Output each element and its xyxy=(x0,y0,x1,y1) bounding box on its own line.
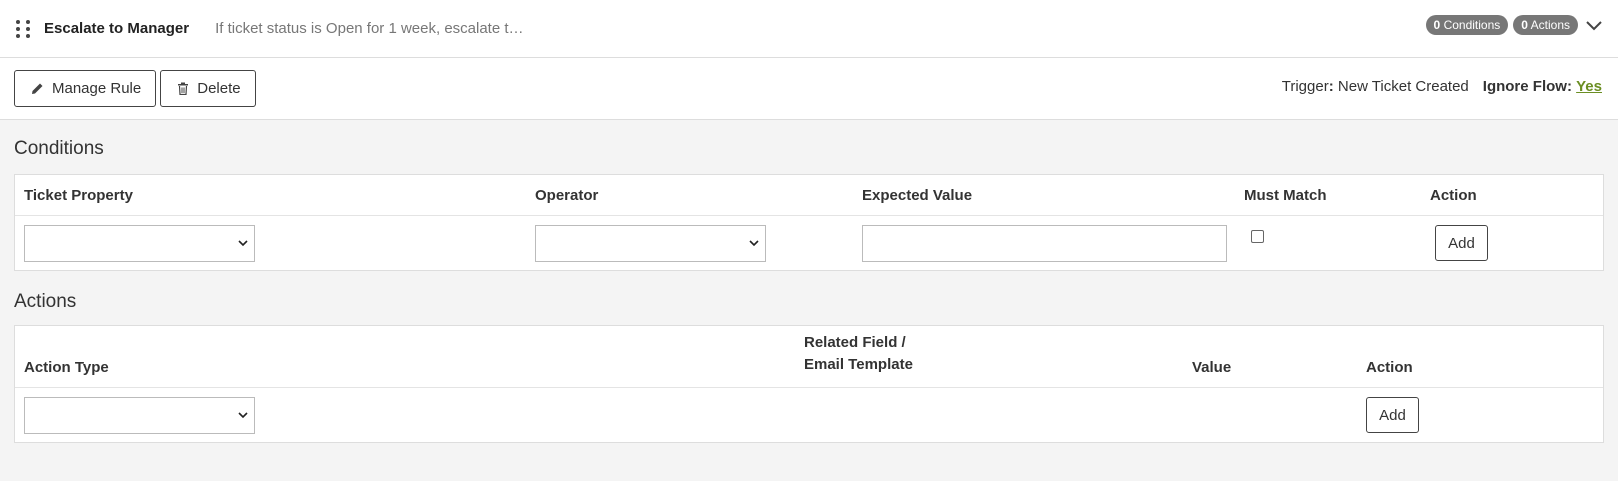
actions-count-badge: 0 Actions xyxy=(1513,15,1578,35)
trigger-info: Trigger: New Ticket Created Ignore Flow:… xyxy=(1282,78,1602,95)
conditions-count-badge: 0 Conditions xyxy=(1425,15,1509,35)
conditions-title: Conditions xyxy=(14,138,104,159)
column-header: Ticket Property xyxy=(24,186,133,204)
actions-panel: Action Type Related Field / Email Templat… xyxy=(14,325,1604,443)
chevron-down-icon xyxy=(238,411,248,418)
actions-header-row: Action Type Related Field / Email Templat… xyxy=(15,326,1603,388)
rule-name: Escalate to Manager xyxy=(44,20,190,37)
ignore-flow: Ignore Flow: Yes xyxy=(1482,78,1602,95)
operator-select[interactable] xyxy=(535,224,766,262)
trigger-text: Trigger: New Ticket Created xyxy=(1281,78,1469,95)
manage-rule-button[interactable]: Manage Rule xyxy=(14,70,157,107)
chevron-down-icon xyxy=(749,239,759,246)
column-header: Action Type xyxy=(24,359,109,376)
actions-title: Actions xyxy=(14,291,77,312)
delete-button[interactable]: Delete xyxy=(160,70,256,107)
manage-rule-label: Manage Rule xyxy=(52,80,142,97)
column-header: Expected Value xyxy=(862,186,973,204)
column-header: Related Field / Email Template xyxy=(804,334,913,373)
rule-badges: 0 Conditions 0 Actions xyxy=(1425,15,1578,35)
conditions-panel: Ticket Property Operator Expected Value … xyxy=(14,174,1604,271)
expected-value-input[interactable] xyxy=(862,224,1227,262)
action-type-select[interactable] xyxy=(24,396,255,434)
column-header: Must Match xyxy=(1244,186,1327,204)
column-header: Action xyxy=(1430,186,1477,204)
drag-handle-icon[interactable] xyxy=(16,19,32,38)
conditions-input-row: Add xyxy=(15,216,1603,270)
actions-input-row: Add xyxy=(15,388,1603,442)
rule-description: If ticket status is Open for 1 week, esc… xyxy=(215,20,524,37)
trash-icon xyxy=(178,82,189,95)
chevron-down-icon xyxy=(238,239,248,246)
column-header: Action xyxy=(1366,359,1413,376)
add-action-button[interactable]: Add xyxy=(1366,397,1419,433)
delete-label: Delete xyxy=(197,80,241,97)
column-header: Operator xyxy=(535,186,599,204)
ignore-flow-link[interactable]: Yes xyxy=(1576,78,1602,95)
rule-toolbar: Manage Rule Delete Trigger: New Ticket C… xyxy=(0,58,1618,120)
chevron-down-icon[interactable] xyxy=(1586,18,1602,34)
pencil-icon xyxy=(32,83,43,94)
ticket-property-select[interactable] xyxy=(24,224,255,262)
must-match-checkbox[interactable] xyxy=(1251,230,1264,243)
rule-header: Escalate to Manager If ticket status is … xyxy=(0,0,1618,58)
add-condition-button[interactable]: Add xyxy=(1435,225,1488,261)
conditions-header-row: Ticket Property Operator Expected Value … xyxy=(15,175,1603,216)
column-header: Value xyxy=(1192,359,1232,376)
